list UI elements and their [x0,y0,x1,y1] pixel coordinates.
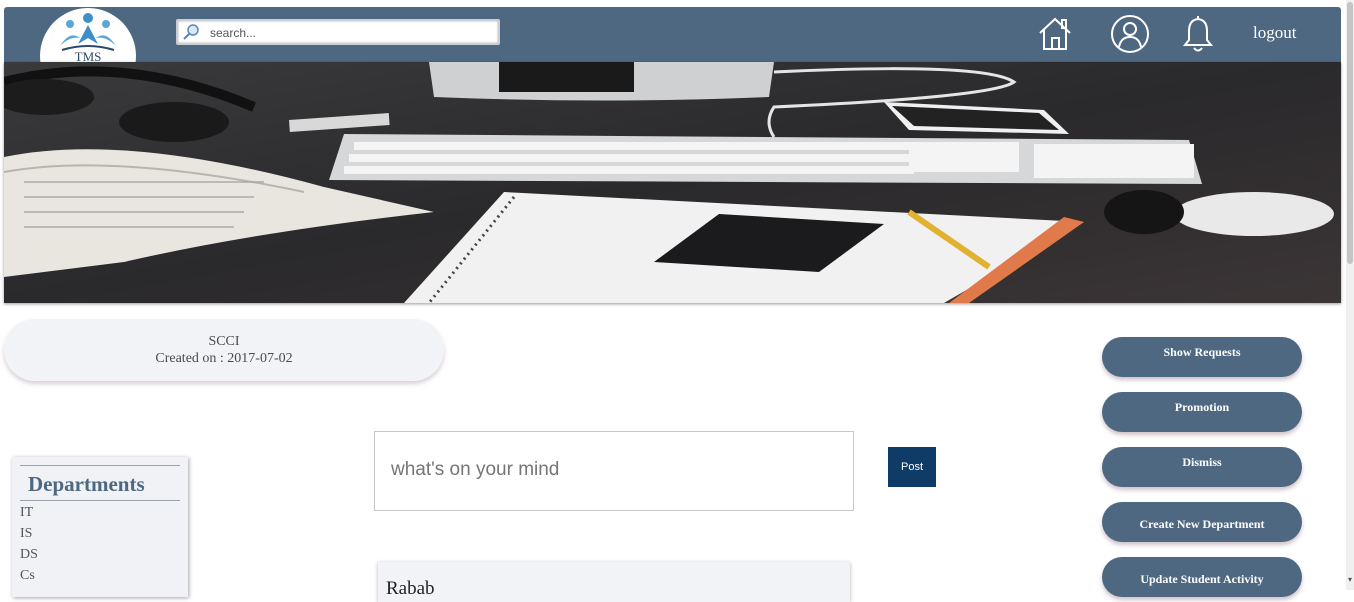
post-textarea[interactable] [375,432,853,510]
post-author: Rabab [386,578,435,599]
departments-panel: Departments IT IS DS Cs [12,457,188,597]
search-icon [183,24,199,40]
logout-link[interactable]: logout [1253,23,1296,43]
create-new-department-button[interactable]: Create New Department [1102,502,1302,542]
top-navbar: TMS logout [4,7,1341,104]
home-icon[interactable] [1035,14,1075,54]
departments-title: Departments [20,465,180,501]
promotion-label: Promotion [1174,400,1230,414]
post-button[interactable]: Post [888,447,936,487]
show-requests-button[interactable]: Show Requests [1102,337,1302,377]
group-name: SCCI [208,334,240,349]
profile-icon[interactable] [1110,14,1150,54]
search-box[interactable] [176,19,500,45]
show-requests-label: Show Requests [1163,345,1241,359]
page-scrollbar[interactable]: ▾ [1346,0,1354,590]
bell-icon[interactable] [1178,14,1218,54]
scroll-down-arrow-icon[interactable]: ▾ [1346,575,1354,587]
desk-banner-image [4,62,1341,303]
post-composer [374,431,854,511]
group-created-date: Created on : 2017-07-02 [155,351,293,366]
update-student-activity-label: Update Student Activity [1140,572,1264,586]
update-student-activity-button[interactable]: Update Student Activity [1102,557,1302,597]
dismiss-button[interactable]: Dismiss [1102,447,1302,487]
department-item-cs[interactable]: Cs [20,568,35,584]
promotion-button[interactable]: Promotion [1102,392,1302,432]
department-item-is[interactable]: IS [20,526,32,542]
post-card: Rabab [378,562,850,602]
cover-banner [4,62,1341,303]
department-item-it[interactable]: IT [20,505,33,521]
create-new-department-label: Create New Department [1139,517,1265,531]
dismiss-label: Dismiss [1182,455,1222,469]
scrollbar-thumb[interactable] [1347,2,1353,264]
department-item-ds[interactable]: DS [20,547,38,563]
group-info-card: SCCI Created on : 2017-07-02 [4,319,444,381]
search-input[interactable] [208,23,492,43]
